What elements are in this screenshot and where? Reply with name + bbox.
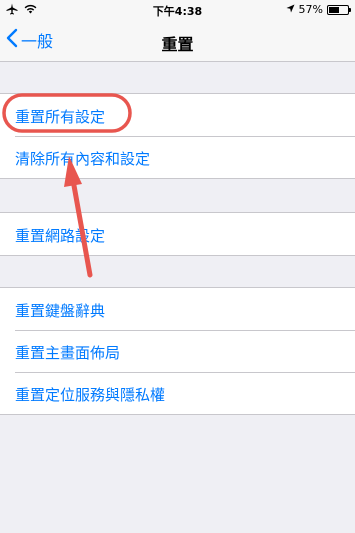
navigation-bar: 一般 重置 [0, 20, 355, 62]
reset-group-1: 重置所有設定 清除所有內容和設定 [0, 93, 355, 179]
erase-all-content-row[interactable]: 清除所有內容和設定 [0, 136, 355, 178]
erase-all-content-label: 清除所有內容和設定 [15, 150, 151, 168]
reset-home-screen-layout-row[interactable]: 重置主畫面佈局 [0, 330, 355, 372]
battery-icon [327, 4, 351, 15]
reset-all-settings-label: 重置所有設定 [15, 108, 106, 126]
reset-group-3: 重置鍵盤辭典 重置主畫面佈局 重置定位服務與隱私權 [0, 287, 355, 415]
status-right: 57% [286, 3, 351, 16]
reset-home-screen-layout-label: 重置主畫面佈局 [15, 344, 121, 362]
reset-keyboard-dictionary-label: 重置鍵盤辭典 [15, 302, 106, 320]
status-bar: 下午4:38 57% [0, 0, 355, 20]
reset-keyboard-dictionary-row[interactable]: 重置鍵盤辭典 [0, 288, 355, 330]
battery-percent: 57% [298, 3, 323, 16]
reset-group-2: 重置網路設定 [0, 212, 355, 256]
battery-fill [329, 6, 340, 13]
reset-location-privacy-row[interactable]: 重置定位服務與隱私權 [0, 372, 355, 414]
reset-network-settings-label: 重置網路設定 [15, 227, 106, 245]
page-title: 重置 [161, 35, 194, 54]
reset-all-settings-row[interactable]: 重置所有設定 [0, 94, 355, 136]
location-arrow-icon [286, 3, 295, 16]
reset-location-privacy-label: 重置定位服務與隱私權 [15, 386, 166, 404]
screen: 下午4:38 57% 一般 重置 重置所有設定 清除所有內容和設定 重置網路設定… [0, 0, 355, 533]
reset-network-settings-row[interactable]: 重置網路設定 [0, 213, 355, 255]
annotation-overlay [2, 93, 132, 278]
